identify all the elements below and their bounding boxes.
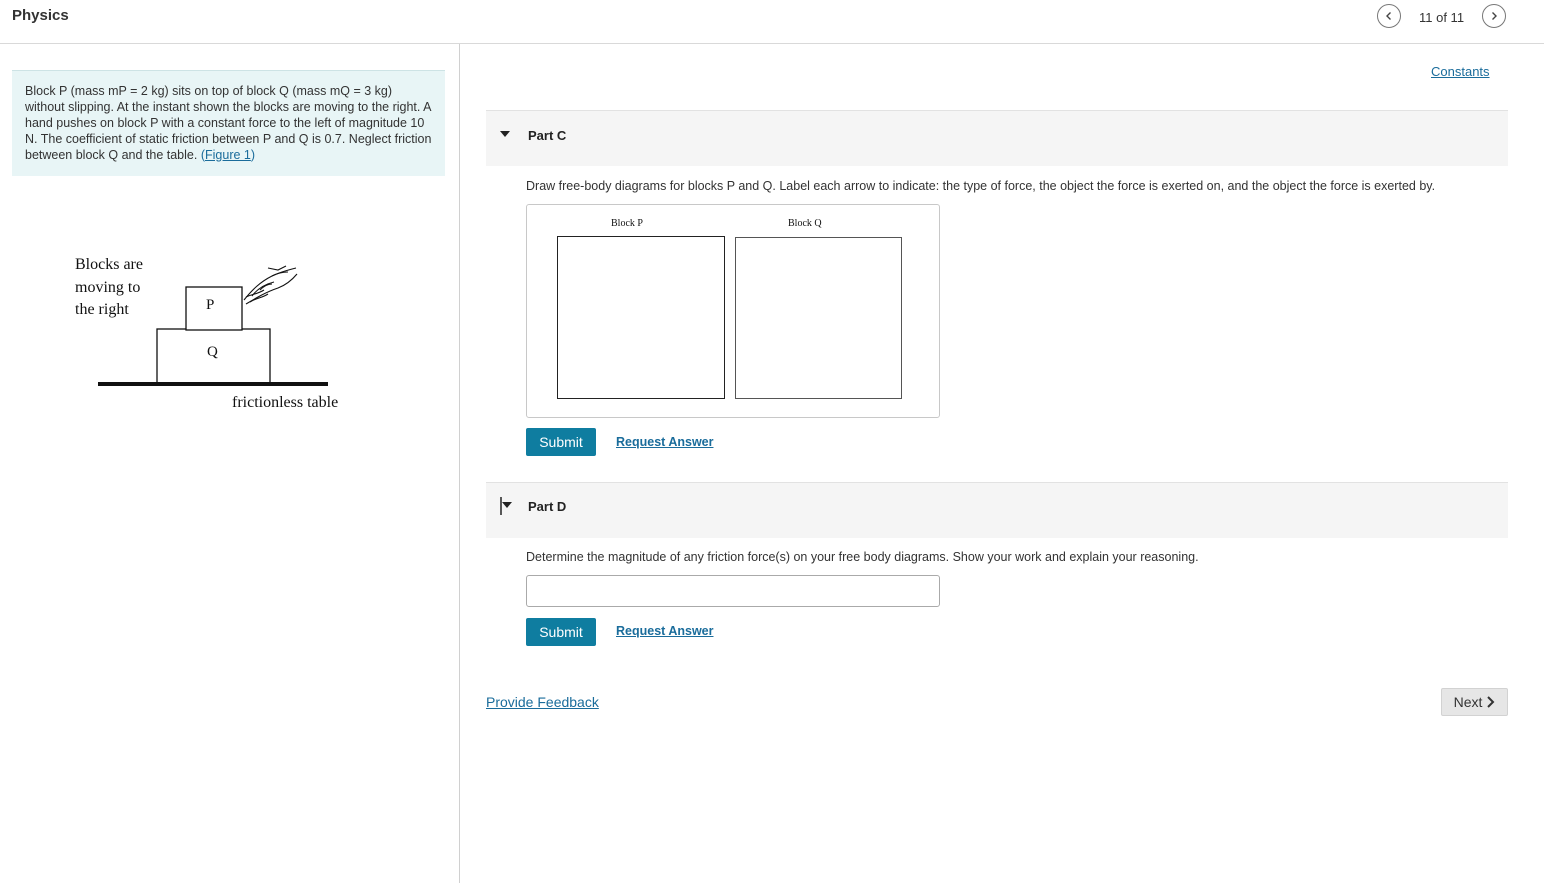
panel-divider <box>459 44 460 883</box>
part-c-header[interactable]: Part C <box>486 110 1508 166</box>
top-bar: Physics 11 of 11 <box>0 0 1544 44</box>
part-d-answer-input[interactable] <box>526 575 940 607</box>
block-p-drawing-area[interactable] <box>557 236 725 399</box>
block-p-diagram-label: Block P <box>611 218 643 229</box>
provide-feedback-link[interactable]: Provide Feedback <box>486 694 599 710</box>
caret-down-icon <box>500 131 510 137</box>
chevron-right-icon <box>1487 696 1495 708</box>
part-d-header[interactable]: Part D <box>486 482 1508 538</box>
next-button[interactable]: Next <box>1441 688 1508 716</box>
part-d-label: Part D <box>528 499 567 514</box>
part-d-instructions: Determine the magnitude of any friction … <box>526 550 1199 564</box>
table-label: frictionless table <box>232 394 339 411</box>
problem-statement: Block P (mass mP = 2 kg) sits on top of … <box>12 70 445 176</box>
chevron-left-icon <box>1386 12 1391 20</box>
chevron-right-icon <box>1492 12 1497 20</box>
part-c-label: Part C <box>528 128 567 143</box>
block-q-diagram-label: Block Q <box>788 218 822 229</box>
part-d-submit-button[interactable]: Submit <box>526 618 596 646</box>
block-q-label: Q <box>207 344 218 360</box>
block-q-drawing-area[interactable] <box>735 237 902 399</box>
figure-1: Blocks are moving to the right P Q frict… <box>60 250 360 420</box>
next-button-label: Next <box>1453 694 1483 710</box>
constants-link[interactable]: Constants <box>1431 64 1490 79</box>
free-body-diagram-canvas: Block P Block Q <box>526 204 940 418</box>
hand-drawing <box>243 265 298 305</box>
part-d-request-answer-link[interactable]: Request Answer <box>616 624 713 638</box>
part-c-submit-button[interactable]: Submit <box>526 428 596 456</box>
previous-page-button[interactable] <box>1377 4 1401 28</box>
page-counter: 11 of 11 <box>1419 10 1465 25</box>
caret-down-icon <box>500 497 512 515</box>
figure-link-close: ) <box>250 148 256 162</box>
part-c-instructions: Draw free-body diagrams for blocks P and… <box>526 179 1436 193</box>
figure-link[interactable]: Figure 1 <box>205 148 251 162</box>
block-p-label: P <box>206 297 215 313</box>
part-c-request-answer-link[interactable]: Request Answer <box>616 435 713 449</box>
app-title: Physics <box>12 7 69 24</box>
next-page-button[interactable] <box>1482 4 1506 28</box>
